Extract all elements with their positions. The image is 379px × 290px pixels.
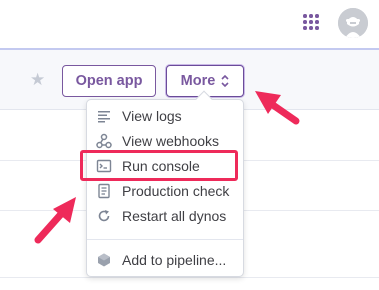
arrow-to-run-console bbox=[34, 197, 76, 244]
arrow-to-more-button bbox=[255, 91, 300, 125]
annotation-arrows bbox=[34, 91, 300, 244]
